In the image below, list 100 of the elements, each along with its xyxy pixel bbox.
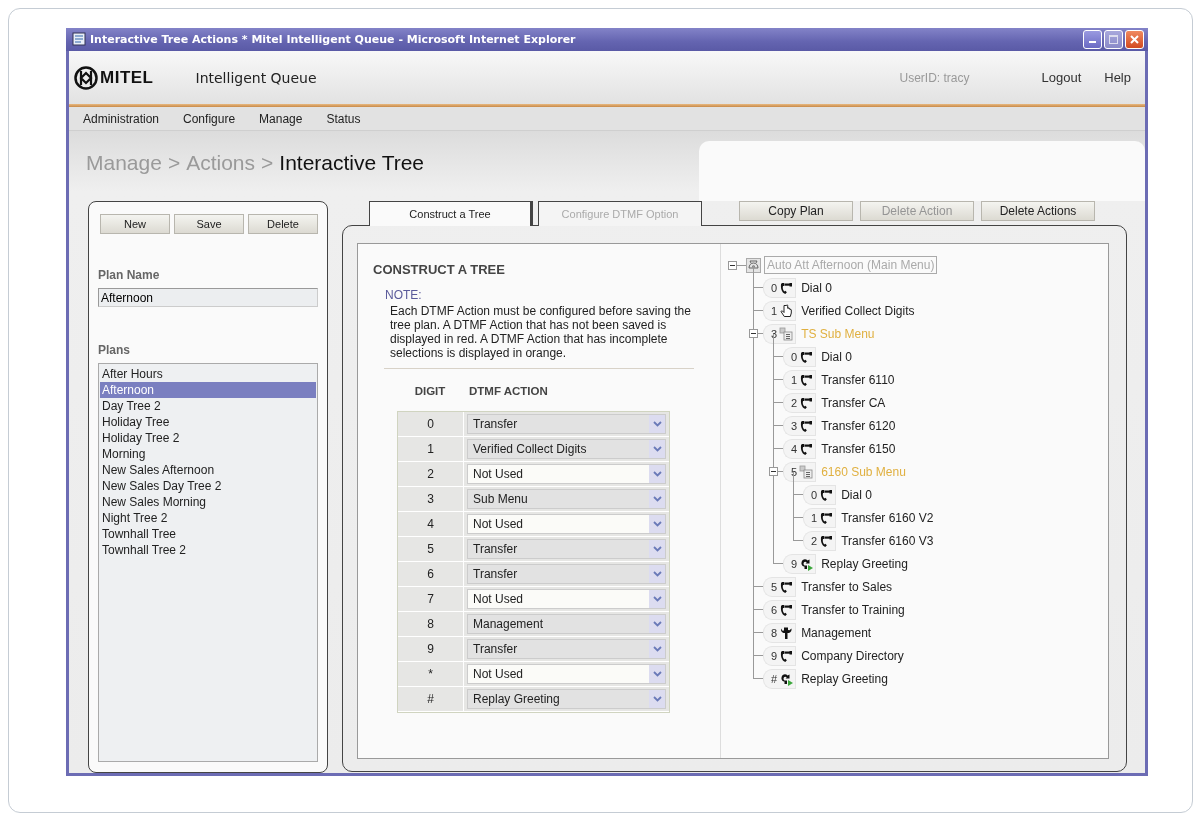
tree-item[interactable]: Transfer 6160 V2 [841, 510, 934, 525]
menu-item[interactable]: Manage [259, 111, 303, 126]
phone-icon [779, 579, 794, 594]
plan-item[interactable]: Afternoon [100, 382, 316, 398]
action-dropdown[interactable]: Not Used [467, 589, 666, 609]
submenu-icon [799, 464, 814, 479]
digit-cell: 2 [398, 462, 464, 487]
plan-name-field[interactable]: Afternoon [98, 288, 318, 307]
digit-cell: 4 [398, 512, 464, 537]
close-button[interactable] [1125, 29, 1144, 49]
plan-button[interactable]: Save [174, 214, 244, 234]
action-dropdown[interactable]: Management [467, 614, 666, 634]
wrench-icon [779, 625, 794, 640]
plan-item[interactable]: Holiday Tree [100, 414, 316, 430]
action-button[interactable]: Copy Plan [739, 201, 853, 221]
tree-item[interactable]: Dial 0 [841, 487, 872, 502]
plan-button[interactable]: Delete [248, 214, 318, 234]
action-dropdown[interactable]: Not Used [467, 464, 666, 484]
action-dropdown[interactable]: Replay Greeting [467, 689, 666, 709]
digit-label: 3 [783, 415, 800, 436]
plan-item[interactable]: Morning [100, 446, 316, 462]
tree-item[interactable]: Transfer CA [821, 395, 886, 410]
digit-cell: 6 [398, 562, 464, 587]
chevron-icon [652, 421, 662, 427]
minimize-button[interactable] [1083, 29, 1102, 49]
tree-item[interactable]: Transfer 6120 [821, 418, 896, 433]
field-label: Plans [98, 343, 131, 357]
tree-item[interactable]: Management [801, 625, 872, 640]
chevron-icon [652, 696, 662, 702]
plan-item[interactable]: Day Tree 2 [100, 398, 316, 414]
action-dropdown[interactable]: Sub Menu [467, 489, 666, 509]
digit-label: 9 [783, 553, 800, 574]
chevron-icon [652, 571, 662, 577]
column-header: DTMF ACTION [468, 385, 548, 399]
collapse-icon[interactable] [749, 329, 758, 338]
plan-item[interactable]: Night Tree 2 [100, 510, 316, 526]
plans-list[interactable]: After Hours Afternoon Day Tree 2 Holiday Tree Holiday Tree 2 Morning New Sales Afternoon New Sales Day Tree 2 New Sales Morning Night Tree 2 Townhall Tree Townhall Tree 2 [98, 363, 318, 762]
collapse-icon[interactable] [769, 467, 778, 476]
plan-button[interactable]: New [100, 214, 170, 234]
note-text: Each DTMF Action must be configured before saving the tree plan. A DTMF Action that has not been saved is displayed in red. A DTMF Action that has incomplete selections is displayed in orange. [390, 304, 692, 360]
action-dropdown[interactable]: Transfer [467, 414, 666, 434]
plan-item[interactable]: Holiday Tree 2 [100, 430, 316, 446]
action-dropdown[interactable]: Not Used [467, 514, 666, 534]
section-title: CONSTRUCT A TREE [373, 262, 506, 277]
digit-label: 1 [803, 507, 820, 528]
tab[interactable]: Construct a Tree [369, 201, 533, 226]
collapse-icon[interactable] [728, 260, 737, 270]
plan-item[interactable]: Townhall Tree [100, 526, 316, 542]
phone-icon [819, 533, 834, 548]
tree-item[interactable]: Dial 0 [821, 349, 852, 364]
action-dropdown[interactable]: Not Used [467, 664, 666, 684]
chevron-icon [652, 671, 662, 677]
action-dropdown[interactable]: Transfer [467, 539, 666, 559]
menu-item[interactable]: Administration [83, 111, 160, 126]
tree-item[interactable]: Transfer 6160 V3 [841, 533, 934, 548]
tree-item[interactable]: Transfer to Sales [801, 579, 893, 594]
phone-icon [819, 510, 834, 525]
action-button[interactable]: Delete Actions [981, 201, 1095, 221]
phone-icon [799, 349, 814, 364]
menu-item[interactable]: Configure [183, 111, 236, 126]
plan-item[interactable]: After Hours [100, 366, 316, 382]
header-link[interactable]: Help [1104, 70, 1131, 85]
chevron-icon [652, 496, 662, 502]
chevron-icon [652, 646, 662, 652]
digit-label: 2 [783, 392, 800, 413]
chevron-icon [652, 521, 662, 527]
digit-label: 8 [763, 622, 780, 643]
digit-label: 0 [783, 346, 800, 367]
phone-icon [779, 280, 794, 295]
action-dropdown[interactable]: Transfer [467, 639, 666, 659]
plan-item[interactable]: New Sales Day Tree 2 [100, 478, 316, 494]
digit-cell: 7 [398, 587, 464, 612]
plan-item[interactable]: New Sales Afternoon [100, 462, 316, 478]
maximize-button[interactable] [1104, 29, 1123, 49]
digit-cell: 8 [398, 612, 464, 637]
tree-item[interactable]: Replay Greeting [821, 556, 908, 571]
tree-item[interactable]: Transfer 6150 [821, 441, 896, 456]
plan-item[interactable]: New Sales Morning [100, 494, 316, 510]
digit-cell: # [398, 687, 464, 712]
tree-item[interactable]: Company Directory [801, 648, 904, 663]
window-title: Interactive Tree Actions * Mitel Intelligent Queue - Microsoft Internet Explorer [90, 32, 576, 46]
digit-cell: 9 [398, 637, 464, 662]
plan-item[interactable]: Townhall Tree 2 [100, 542, 316, 558]
submenu-icon [779, 326, 794, 341]
chevron-icon [652, 596, 662, 602]
attendant-icon [746, 257, 761, 273]
tree-item[interactable]: Replay Greeting [801, 671, 888, 686]
header-link[interactable]: Logout [1041, 70, 1082, 85]
tree-item[interactable]: Dial 0 [801, 280, 832, 295]
logo-text: MITEL [100, 67, 154, 88]
action-dropdown[interactable]: Verified Collect Digits [467, 439, 666, 459]
digit-label: 0 [803, 484, 820, 505]
column-header: DIGIT [413, 385, 447, 399]
tree-item[interactable]: Transfer 6110 [821, 372, 895, 387]
tree-item[interactable]: Verified Collect Digits [801, 303, 915, 318]
action-dropdown[interactable]: Transfer [467, 564, 666, 584]
tree-item[interactable]: Transfer to Training [801, 602, 905, 617]
digit-cell: 0 [398, 412, 464, 437]
menu-item[interactable]: Status [326, 111, 361, 126]
digit-cell: 3 [398, 487, 464, 512]
